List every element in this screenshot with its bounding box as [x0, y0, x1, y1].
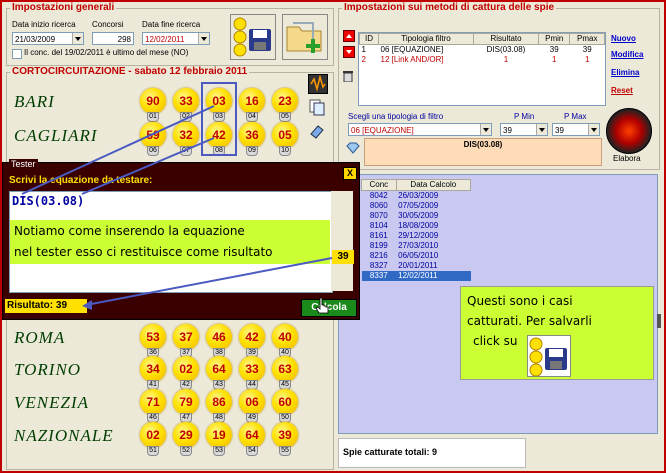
arrow-line: [81, 137, 215, 195]
main-window: Impostazioni generali Data inizio ricerc…: [0, 0, 666, 473]
chevron-down-icon: [201, 37, 207, 41]
arrow-head: [82, 300, 92, 310]
arrow-line: [85, 257, 333, 306]
annotation-arrows: [21, 105, 333, 310]
chevron-down-icon: [483, 128, 489, 132]
chevron-down-icon: [75, 37, 81, 41]
chevron-down-icon: [591, 128, 597, 132]
chevron-down-icon: [539, 128, 545, 132]
